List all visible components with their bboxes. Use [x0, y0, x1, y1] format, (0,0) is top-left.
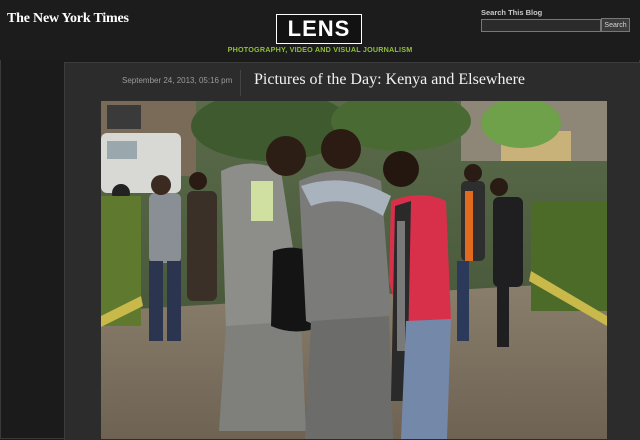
photo-illustration — [101, 101, 607, 439]
search-label: Search This Blog — [481, 8, 543, 17]
post-meta-divider — [240, 70, 241, 96]
lens-logo[interactable]: LENS — [276, 14, 362, 44]
post-photo[interactable] — [101, 101, 607, 439]
post-title[interactable]: Pictures of the Day: Kenya and Elsewhere — [254, 71, 525, 89]
lens-logo-text: LENS — [287, 16, 351, 41]
post-date: September 24, 2013, 05:16 pm — [122, 76, 233, 85]
search-button[interactable]: Search — [601, 18, 630, 32]
nyt-logo[interactable]: The New York Times — [7, 11, 129, 27]
search-input[interactable] — [481, 19, 601, 32]
masthead: The New York Times LENS PHOTOGRAPHY, VID… — [0, 0, 640, 60]
blog-tagline: PHOTOGRAPHY, VIDEO AND VISUAL JOURNALISM — [227, 45, 413, 54]
